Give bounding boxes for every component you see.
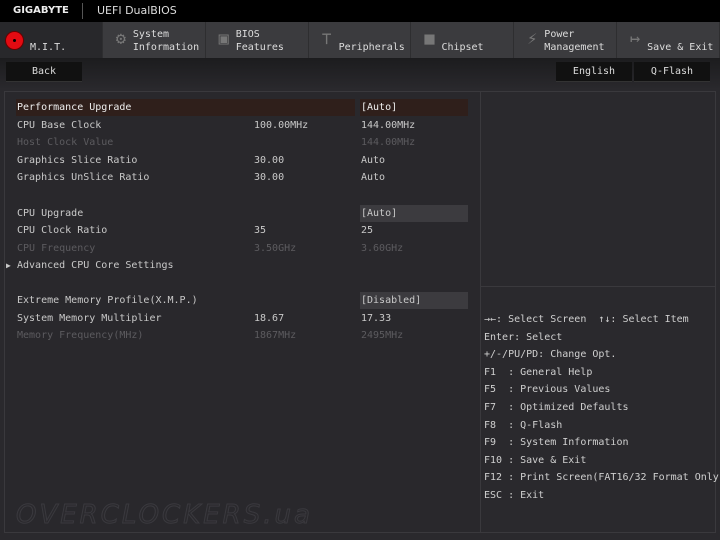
tab-label-line1: Power xyxy=(544,29,575,40)
back-button[interactable]: Back xyxy=(6,62,82,82)
setting-row[interactable]: Graphics UnSlice Ratio 30.00 Auto xyxy=(5,169,475,186)
setting-current: 18.67 xyxy=(254,313,285,324)
tab-label: Power Management xyxy=(544,28,604,54)
divider xyxy=(481,286,715,287)
setting-current: 3.50GHz xyxy=(254,243,297,254)
help-line: F5 : Previous Values xyxy=(484,384,611,396)
setting-row[interactable]: CPU Base Clock 100.00MHz 144.00MHz xyxy=(5,117,475,134)
setting-row[interactable]: Performance Upgrade [Auto] xyxy=(5,99,475,116)
setting-row: Host Clock Value 144.00MHz xyxy=(5,134,475,151)
setting-row: Memory Frequency(MHz) 1867MHz 2495MHz xyxy=(5,327,475,344)
peripherals-icon: ⊤ xyxy=(321,29,332,49)
tab-information[interactable]: ⚙ System Information xyxy=(103,22,206,58)
setting-value: 2495MHz xyxy=(361,330,404,341)
setting-name: Advanced CPU Core Settings xyxy=(17,260,174,271)
qflash-button[interactable]: Q-Flash xyxy=(634,62,710,82)
power-icon: ⚡ xyxy=(527,29,538,49)
tab-label-line1: System xyxy=(132,29,169,40)
watermark: OVERCLOCKERS.ua xyxy=(16,500,313,531)
setting-name: Host Clock Value xyxy=(17,137,114,148)
tab-label: M.I.T. xyxy=(30,28,66,54)
tab-label-line2: Management xyxy=(544,42,605,53)
setting-name: CPU Base Clock xyxy=(17,120,102,131)
chipset-icon: ■ xyxy=(424,29,435,49)
help-line: F10 : Save & Exit xyxy=(484,454,587,466)
setting-name: Memory Frequency(MHz) xyxy=(17,330,144,341)
tab-m-i-t[interactable]: M.I.T. xyxy=(0,22,103,58)
setting-value[interactable]: 25 xyxy=(360,222,468,239)
setting-row[interactable]: CPU Clock Ratio 35 25 xyxy=(5,222,475,239)
exit-icon: ↦ xyxy=(630,29,641,49)
tab-features[interactable]: ▣ BIOS Features xyxy=(206,22,309,58)
setting-value[interactable]: [Auto] xyxy=(360,99,468,116)
setting-name: Performance Upgrade xyxy=(17,102,132,113)
tab-label-line1: BIOS xyxy=(235,29,260,40)
help-line: +/-/PU/PD: Change Opt. xyxy=(484,349,617,361)
top-bar: GIGABYTE UEFI DualBIOS xyxy=(0,0,720,22)
tab-peripherals[interactable]: ⊤ Peripherals xyxy=(309,22,412,58)
help-line: F8 : Q-Flash xyxy=(484,419,563,431)
help-line: F7 : Optimized Defaults xyxy=(484,401,629,413)
bios-chip-icon: ▣ xyxy=(218,29,229,49)
setting-value[interactable]: [Auto] xyxy=(360,205,468,222)
help-line: Enter: Select xyxy=(484,331,563,343)
help-line: ESC : Exit xyxy=(484,489,545,501)
setting-value: 144.00MHz xyxy=(361,137,416,148)
mit-icon xyxy=(6,32,23,49)
setting-name: CPU Frequency xyxy=(17,243,96,254)
setting-name: System Memory Multiplier xyxy=(17,313,162,324)
setting-name: CPU Clock Ratio xyxy=(17,225,108,236)
setting-name: Graphics Slice Ratio xyxy=(17,155,138,166)
setting-value[interactable]: Auto xyxy=(360,152,468,169)
tab-label: Save & Exit xyxy=(647,28,713,54)
tab-label-line2: Information xyxy=(132,42,200,53)
setting-name: CPU Upgrade xyxy=(17,208,84,219)
tab-label-line2: Save & Exit xyxy=(647,42,714,53)
setting-row: CPU Frequency 3.50GHz 3.60GHz xyxy=(5,240,475,257)
language-button[interactable]: English xyxy=(556,62,632,82)
submenu-arrow-icon: ▶ xyxy=(6,261,11,270)
tab-label: System Information xyxy=(133,28,199,54)
setting-row[interactable]: System Memory Multiplier 18.67 17.33 xyxy=(5,310,475,327)
setting-current: 30.00 xyxy=(254,155,285,166)
setting-current: 35 xyxy=(254,225,267,236)
help-line: →←: Select Screen ↑↓: Select Item xyxy=(484,314,689,325)
setting-value[interactable]: 144.00MHz xyxy=(360,117,468,134)
setting-current: 1867MHz xyxy=(254,330,297,341)
setting-name: Graphics UnSlice Ratio xyxy=(17,172,150,183)
setting-row[interactable]: Extreme Memory Profile(X.M.P.) [Disabled] xyxy=(5,292,475,309)
help-panel: →←: Select Screen ↑↓: Select Item Enter: … xyxy=(480,91,720,533)
help-line: F1 : General Help xyxy=(484,366,593,378)
tab-label: BIOS Features xyxy=(236,28,284,54)
main-tabs: M.I.T. ⚙ System Information ▣ BIOS Features ⊤ Pe… xyxy=(0,22,720,58)
setting-value[interactable]: Auto xyxy=(360,169,468,186)
tab-label: Peripherals xyxy=(339,28,405,54)
tab-chipset[interactable]: ■ Chipset xyxy=(411,22,515,58)
tab-save-exit[interactable]: ↦ Save & Exit xyxy=(617,22,720,58)
setting-value[interactable]: 17.33 xyxy=(360,310,468,327)
key-help-list: →←: Select Screen ↑↓: Select Item Enter: … xyxy=(484,311,720,505)
setting-name: Extreme Memory Profile(X.M.P.) xyxy=(17,295,198,306)
app-title: UEFI DualBIOS xyxy=(97,4,177,17)
gear-icon: ⚙ xyxy=(115,29,126,49)
settings-panel: Performance Upgrade [Auto] CPU Base Clock 1… xyxy=(4,91,481,533)
setting-value[interactable]: [Disabled] xyxy=(360,292,468,309)
divider xyxy=(82,3,83,19)
setting-current: 100.00MHz xyxy=(254,120,309,131)
setting-value[interactable] xyxy=(360,257,468,274)
setting-row[interactable]: ▶ Advanced CPU Core Settings xyxy=(5,257,475,274)
tab-label-line2: Peripherals xyxy=(338,42,405,53)
help-line: F9 : System Information xyxy=(484,437,629,449)
tab-label: Chipset xyxy=(441,28,483,54)
setting-row[interactable]: CPU Upgrade [Auto] xyxy=(5,205,475,222)
tab-label-line2: M.I.T. xyxy=(30,42,67,53)
setting-value: 3.60GHz xyxy=(361,243,404,254)
brand-logo: GIGABYTE xyxy=(13,5,69,16)
tab-management[interactable]: ⚡ Power Management xyxy=(514,22,618,58)
setting-row[interactable]: Graphics Slice Ratio 30.00 Auto xyxy=(5,152,475,169)
tab-label-line2: Features xyxy=(235,42,284,53)
setting-current: 30.00 xyxy=(254,172,285,183)
tab-label-line2: Chipset xyxy=(441,42,484,53)
help-line: F12 : Print Screen(FAT16/32 Format Only) xyxy=(484,472,720,484)
